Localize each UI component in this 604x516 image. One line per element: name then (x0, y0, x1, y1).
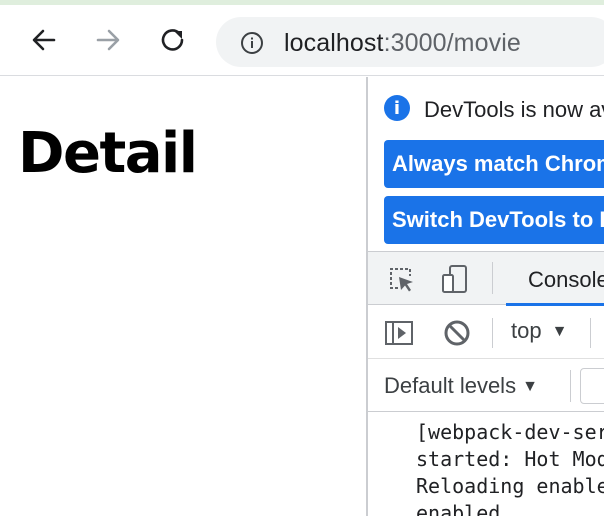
issues-button[interactable] (580, 368, 604, 404)
sidebar-toggle-icon (385, 321, 413, 345)
switch-language-button[interactable]: Switch DevTools to Korean (384, 196, 604, 244)
chevron-down-icon: ▼ (522, 378, 538, 395)
reload-icon (161, 29, 184, 51)
console-toolbar-divider-2 (590, 318, 591, 348)
console-toolbar: top ▼ (368, 306, 604, 359)
device-toggle-icon (442, 265, 467, 293)
context-selector[interactable]: top ▼ (511, 318, 567, 348)
inspect-element-icon (390, 268, 413, 292)
back-button[interactable] (27, 23, 61, 57)
tab-console-label: Console (528, 267, 604, 292)
arrow-left-icon (32, 29, 56, 51)
device-toolbar-button[interactable] (438, 262, 472, 296)
chevron-down-icon: ▼ (551, 323, 568, 340)
info-icon[interactable] (240, 31, 264, 55)
url-host: localhost (284, 29, 384, 57)
page-content: Detail (0, 77, 367, 516)
browser-toolbar: localhost:3000/movie (0, 5, 604, 76)
reload-button[interactable] (156, 23, 190, 57)
log-levels-dropdown[interactable]: Default levels ▼ (384, 373, 538, 399)
infobar-message: DevTools is now available in your langua… (424, 97, 604, 122)
always-match-language-button[interactable]: Always match Chrome's language (384, 140, 604, 188)
browser-window: localhost:3000/movie Detail i DevTools i… (0, 0, 604, 516)
devtools-infobar: i DevTools is now available in your lang… (368, 77, 604, 252)
info-circle-icon: i (384, 95, 410, 121)
url-text[interactable]: localhost:3000/movie (284, 29, 521, 58)
log-levels-label: Default levels (384, 373, 517, 398)
url-path: :3000/movie (383, 29, 521, 57)
clear-console-button[interactable] (440, 316, 474, 350)
clear-console-icon (444, 320, 470, 346)
inspect-element-button[interactable] (384, 262, 418, 296)
levels-divider (570, 370, 571, 402)
devtools-tabbar: Console (368, 252, 604, 306)
console-toolbar-divider (492, 318, 493, 348)
page-title: Detail (18, 121, 198, 186)
console-sidebar-button[interactable] (382, 316, 416, 350)
address-bar[interactable]: localhost:3000/movie (216, 17, 604, 67)
console-log-area: [webpack-dev-server] Hot Module Replacem… (368, 413, 604, 516)
arrow-right-icon (96, 29, 120, 51)
console-message: [webpack-dev-server] Hot Module Replacem… (416, 420, 604, 516)
toolbar-divider (492, 262, 493, 294)
devtools-panel: i DevTools is now available in your lang… (368, 77, 604, 516)
context-label: top (511, 318, 542, 343)
tab-console[interactable]: Console (506, 252, 604, 306)
log-levels-bar: Default levels ▼ (368, 360, 604, 412)
forward-button[interactable] (91, 23, 125, 57)
